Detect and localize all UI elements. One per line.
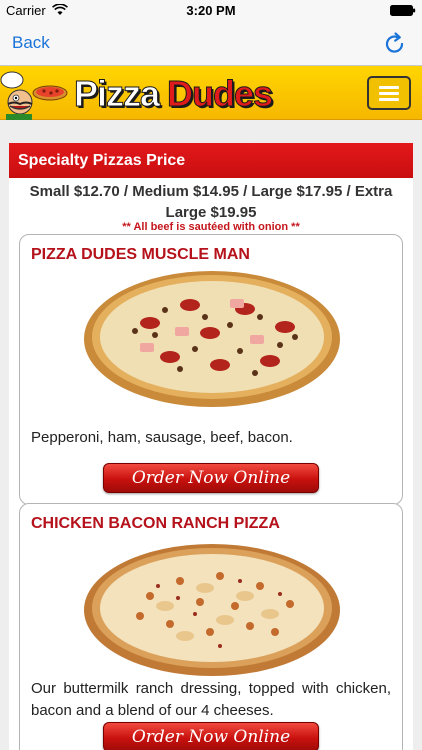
page-content: Specialty Pizzas Price Small $12.70 / Me… [0, 120, 422, 750]
hamburger-line [379, 86, 399, 89]
pizza-description: Pepperoni, ham, sausage, beef, bacon. [31, 429, 293, 446]
chef-mascot-logo [0, 71, 68, 120]
pizza-name: PIZZA DUDES MUSCLE MAN [31, 246, 250, 263]
chicken-bacon-ranch-pizza-image [84, 544, 340, 676]
hamburger-menu-button[interactable] [367, 76, 411, 110]
pizza-card: CHICKEN BACON RANCH PIZZA Our buttermilk… [19, 503, 403, 750]
order-now-button[interactable]: Order Now Online [103, 722, 319, 750]
status-bar: Carrier 3:20 PM [0, 0, 422, 22]
battery-icon [390, 5, 416, 16]
hamburger-line [379, 92, 399, 95]
beef-note: ** All beef is sautéed with onion ** [122, 221, 300, 233]
pizza-card: PIZZA DUDES MUSCLE MAN Pepperoni, ham, s… [19, 234, 403, 505]
specialty-pizzas-panel: Specialty Pizzas Price Small $12.70 / Me… [9, 143, 413, 750]
pizza-name: CHICKEN BACON RANCH PIZZA [31, 515, 280, 532]
back-button[interactable]: Back [12, 33, 50, 53]
order-now-button[interactable]: Order Now Online [103, 463, 319, 493]
site-header: Pizza Dudes [0, 66, 422, 120]
logo-word-pizza: Pizza [73, 73, 160, 114]
reload-icon[interactable] [382, 31, 408, 57]
hamburger-line [379, 98, 399, 101]
price-list: Small $12.70 / Medium $14.95 / Large $17… [29, 183, 393, 221]
logo-word-dudes: Dudes [167, 73, 274, 114]
browser-nav-bar: Back [0, 22, 422, 66]
section-title: Specialty Pizzas Price [9, 143, 413, 178]
muscle-man-pizza-image [84, 271, 340, 407]
pizza-description: Our buttermilk ranch dressing, topped wi… [31, 680, 391, 719]
clock: 3:20 PM [186, 3, 236, 18]
brand-logo[interactable]: Pizza Dudes [73, 73, 274, 114]
